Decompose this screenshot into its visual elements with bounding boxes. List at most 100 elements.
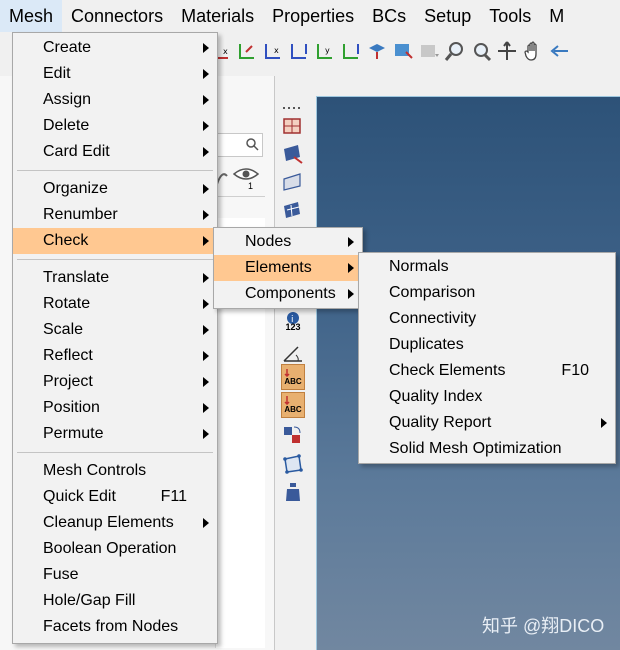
label-abc-down-icon[interactable]: ABC [281,392,305,418]
svg-text:y: y [325,46,330,55]
menu-item-label: Connectivity [389,310,477,327]
menu-item-check[interactable]: Check [13,228,217,254]
menu-item-label: Reflect [43,347,93,364]
shortcut-label: F10 [561,362,589,379]
menu-item-label: Nodes [245,233,292,250]
menu-item-label: Project [43,373,93,390]
menu-item-mesh-controls[interactable]: Mesh Controls [13,458,217,484]
menu-item-assign[interactable]: Assign [13,87,217,113]
menu-item-label: Fuse [43,566,79,583]
menubar-item-mesh[interactable]: Mesh [0,0,63,32]
search-icon[interactable] [245,137,259,156]
menubar-item-properties[interactable]: Properties [263,0,363,32]
submenu-arrow-icon [203,184,209,194]
menubar-item-materials[interactable]: Materials [172,0,263,32]
menubar-item-overflow[interactable]: M [540,0,573,32]
menubar-item-setup[interactable]: Setup [415,0,480,32]
menu-item-label: Check Elements [389,362,506,379]
menu-item-renumber[interactable]: Renumber [13,202,217,228]
menu-item-cleanup-elements[interactable]: Cleanup Elements [13,510,217,536]
mesh-create-icon[interactable] [281,114,305,138]
submenu-arrow-icon [203,147,209,157]
menubar-item-bcs[interactable]: BCs [363,0,415,32]
vertical-toolstrip: i 123 ABC ABC [275,92,315,650]
menu-separator [17,452,213,453]
mesh-surface-icon[interactable] [281,170,305,194]
quad-element-icon[interactable] [281,452,305,476]
submenu-arrow-icon [203,299,209,309]
transform-icon[interactable] [281,422,305,446]
mesh-edit-icon[interactable] [281,142,305,166]
measure-angle-icon[interactable] [281,340,305,364]
menu-item-label: Card Edit [43,143,110,160]
menu-item-translate[interactable]: Translate [13,265,217,291]
panel-divider [215,196,265,197]
menu-item-create[interactable]: Create [13,35,217,61]
zoom-in-icon[interactable] [444,40,466,62]
menu-separator [17,170,213,171]
menu-item-solid-mesh-optimization[interactable]: Solid Mesh Optimization [359,436,615,462]
menu-item-nodes[interactable]: Nodes [214,229,362,255]
menu-item-label: Elements [245,259,312,276]
menubar-item-connectors[interactable]: Connectors [62,0,172,32]
menu-item-quality-index[interactable]: Quality Index [359,384,615,410]
menu-item-label: Organize [43,180,108,197]
render-disabled-icon[interactable] [418,40,440,62]
hand-icon[interactable] [522,40,544,62]
menu-item-project[interactable]: Project [13,369,217,395]
menu-item-normals[interactable]: Normals [359,254,615,280]
zoom-fit-icon[interactable] [470,40,492,62]
menu-item-permute[interactable]: Permute [13,421,217,447]
menubar-item-tools[interactable]: Tools [480,0,540,32]
menu-item-reflect[interactable]: Reflect [13,343,217,369]
eye-badge: 1 [248,181,254,191]
submenu-arrow-icon [203,325,209,335]
axis-yz-icon[interactable]: y [314,40,336,62]
mesh-solid-icon[interactable] [281,198,305,222]
menu-item-scale[interactable]: Scale [13,317,217,343]
menu-item-duplicates[interactable]: Duplicates [359,332,615,358]
render-icon[interactable] [366,40,388,62]
eye-icon[interactable] [232,166,260,187]
axis-zx-icon[interactable] [288,40,310,62]
submenu-arrow-icon [203,377,209,387]
menu-item-rotate[interactable]: Rotate [13,291,217,317]
submenu-arrow-icon [203,95,209,105]
mass-icon[interactable] [281,480,305,504]
menu-item-label: Comparison [389,284,476,301]
menu-item-check-elements[interactable]: Check Elements F10 [359,358,615,384]
submenu-arrow-icon [348,289,354,299]
menu-item-components[interactable]: Components [214,281,362,307]
menu-item-label: Assign [43,91,92,108]
label-abc-icon[interactable]: ABC [281,364,305,390]
render-toggle-icon[interactable] [392,40,414,62]
menu-item-delete[interactable]: Delete [13,113,217,139]
menu-item-hole-gap-fill[interactable]: Hole/Gap Fill [13,588,217,614]
menu-item-quality-report[interactable]: Quality Report [359,410,615,436]
submenu-arrow-icon [203,43,209,53]
info-number: 123 [285,322,301,332]
menu-item-card-edit[interactable]: Card Edit [13,139,217,165]
axis-y-icon[interactable] [236,40,258,62]
axis-z-icon[interactable]: x [262,40,284,62]
menu-item-comparison[interactable]: Comparison [359,280,615,306]
menu-item-label: Delete [43,117,90,134]
menu-item-organize[interactable]: Organize [13,176,217,202]
submenu-arrow-icon [601,418,607,428]
menu-item-label: Check [43,232,89,249]
menu-item-label: Hole/Gap Fill [43,592,136,609]
menu-item-facets-from-nodes[interactable]: Facets from Nodes [13,614,217,640]
mesh-menu: Create Edit Assign Delete Card Edit Orga… [12,32,218,644]
menu-item-label: Mesh Controls [43,462,147,479]
menu-item-elements[interactable]: Elements [214,255,362,281]
menu-item-fuse[interactable]: Fuse [13,562,217,588]
back-arrow-icon[interactable] [548,40,570,62]
menu-item-position[interactable]: Position [13,395,217,421]
pan-icon[interactable] [496,40,518,62]
axis-xy-icon[interactable] [340,40,362,62]
menu-item-edit[interactable]: Edit [13,61,217,87]
menu-item-label: Quick Edit [43,488,116,505]
menu-item-connectivity[interactable]: Connectivity [359,306,615,332]
menu-item-boolean-operation[interactable]: Boolean Operation [13,536,217,562]
menu-item-quick-edit[interactable]: Quick Edit F11 [13,484,217,510]
